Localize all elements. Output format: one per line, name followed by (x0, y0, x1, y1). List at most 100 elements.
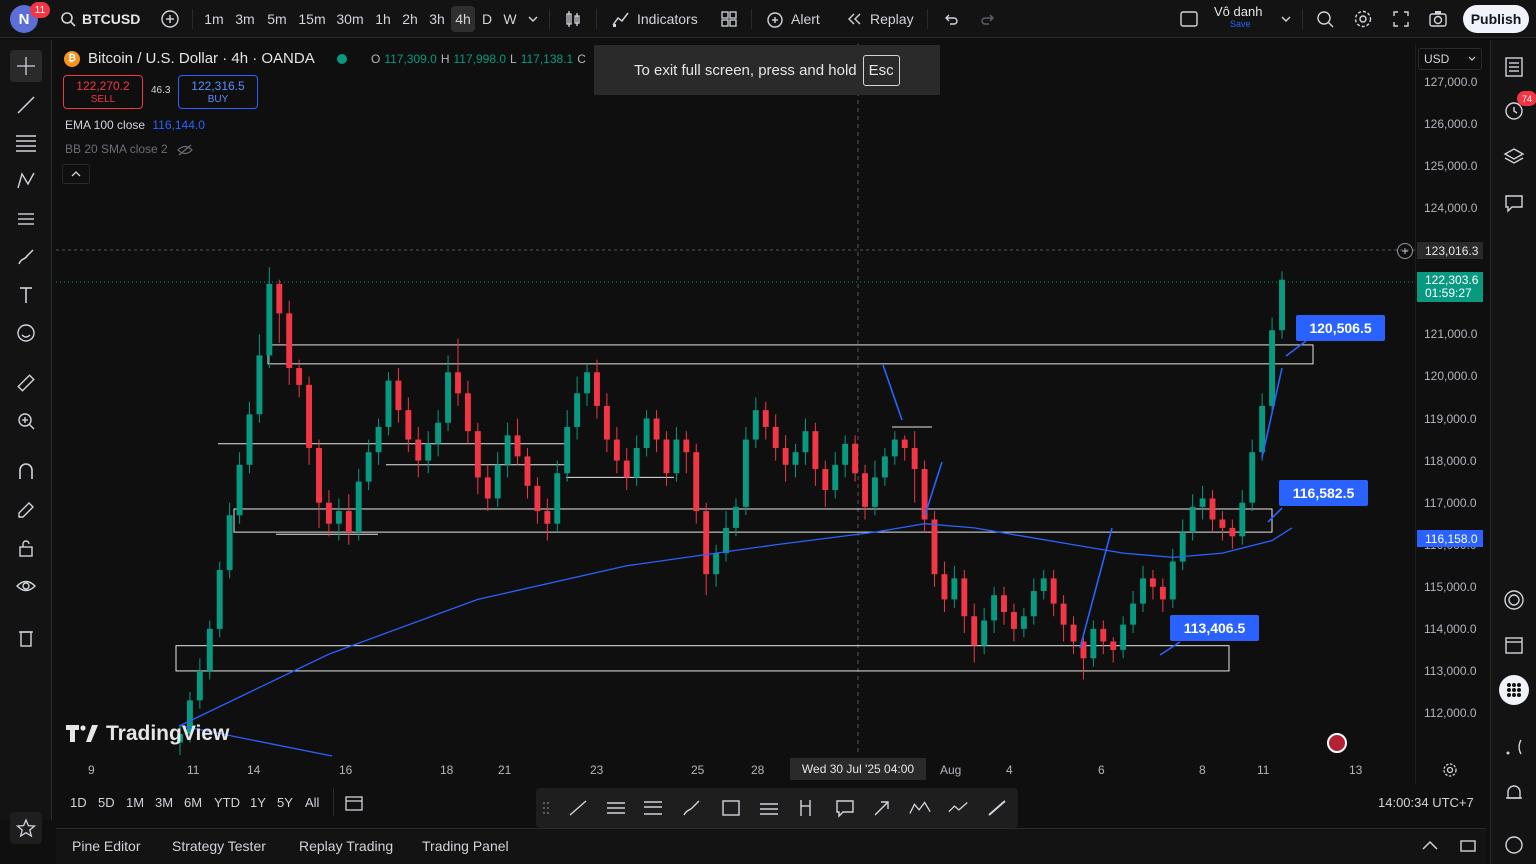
candle-body (842, 443, 849, 465)
price-axis-label: 125,000.0 (1424, 159, 1478, 174)
time-axis-label: 28 (751, 763, 765, 777)
candle-body (494, 464, 501, 499)
alerts-clock-icon[interactable]: 74 (1499, 91, 1536, 125)
range-button-6m[interactable]: 6M (184, 795, 202, 810)
currency-select[interactable]: USD (1418, 48, 1482, 70)
line-tool-icon[interactable] (566, 797, 590, 819)
ruler-tool-icon[interactable] (985, 797, 1009, 819)
elliott-wave-icon[interactable] (908, 797, 932, 819)
buy-button[interactable]: 122,316.5 BUY (178, 75, 258, 109)
candle-body (832, 464, 839, 491)
support-resistance-zone (233, 508, 1273, 533)
range-button-ytd[interactable]: YTD (214, 795, 240, 810)
range-button-5y[interactable]: 5Y (277, 795, 293, 810)
candle-body (564, 426, 571, 474)
market-open-dot (336, 53, 347, 64)
calendar-icon[interactable] (1499, 630, 1529, 660)
broadcast-icon[interactable] (1499, 732, 1529, 762)
notifications-bell-icon[interactable] (1499, 778, 1529, 808)
candle-body (802, 431, 809, 453)
ema-legend[interactable]: EMA 100 close 116,144.0 (65, 118, 205, 132)
candle-body (1229, 527, 1236, 537)
time-axis-label: 11 (187, 763, 200, 777)
range-button-5d[interactable]: 5D (98, 795, 115, 810)
watchlist-icon[interactable] (1499, 52, 1529, 82)
crosshair-price-tag: 123,016.3 (1417, 242, 1483, 259)
legend-symbol-title: Bitcoin / U.S. Dollar · 4h · OANDA (88, 50, 315, 67)
price-axis-label: 113,000.0 (1424, 663, 1477, 678)
brush-tool-icon[interactable] (680, 797, 704, 819)
candle-body (236, 464, 243, 516)
candle-body (723, 527, 729, 554)
long-position-icon[interactable] (795, 797, 819, 819)
price-chart[interactable] (0, 0, 1536, 864)
candle-body (316, 447, 322, 503)
sell-button[interactable]: 122,270.2 SELL (63, 75, 143, 109)
chevron-up-icon[interactable] (1421, 838, 1439, 857)
comment-icon[interactable] (833, 797, 857, 819)
hidden-eye-icon[interactable] (177, 144, 193, 156)
drawn-arrow (924, 461, 943, 516)
candle-body (325, 502, 332, 524)
right-sidebar: 74 (1490, 40, 1536, 864)
time-axis-label: 11 (1257, 763, 1270, 777)
parallel-channel-icon[interactable] (604, 797, 628, 819)
candle-body (623, 460, 630, 478)
candle-body (534, 485, 541, 512)
time-axis-label: 18 (440, 763, 454, 777)
symbol-legend[interactable]: ₿ Bitcoin / U.S. Dollar · 4h · OANDA (64, 50, 347, 67)
rectangle-tool-icon[interactable] (719, 797, 743, 819)
range-button-1y[interactable]: 1Y (250, 795, 266, 810)
candle-body (256, 355, 263, 415)
help-icon[interactable] (1499, 830, 1529, 860)
time-axis-label: 16 (339, 763, 353, 777)
ema-label: EMA 100 close (65, 118, 146, 132)
price-axis-label: 114,000.0 (1424, 621, 1477, 636)
candle-body (1040, 578, 1047, 592)
drag-handle-icon[interactable] (540, 797, 552, 819)
target-icon[interactable] (1499, 585, 1529, 615)
candle-body (574, 393, 581, 427)
range-button-all[interactable]: All (305, 795, 319, 810)
tab-replay-trading[interactable]: Replay Trading (299, 838, 393, 854)
bb-label: BB 20 SMA close 2 (65, 142, 168, 156)
candle-body (653, 418, 660, 440)
date-range-calendar-icon[interactable] (344, 794, 364, 815)
range-button-1d[interactable]: 1D (70, 795, 87, 810)
range-button-1m[interactable]: 1M (126, 795, 144, 810)
price-callout[interactable]: 120,506.5 (1296, 315, 1385, 341)
tab-strategy-tester[interactable]: Strategy Tester (172, 838, 266, 854)
tab-trading-panel[interactable]: Trading Panel (422, 838, 509, 854)
horizontal-ray-icon[interactable] (757, 797, 781, 819)
buy-label: BUY (207, 94, 229, 105)
candle-body (1010, 612, 1017, 629)
price-callout[interactable]: 116,582.5 (1279, 480, 1368, 506)
candle-body (464, 393, 471, 432)
us-flag-icon[interactable] (1327, 733, 1347, 753)
add-alert-plus-icon[interactable]: + (1397, 243, 1413, 259)
tab-pine-editor[interactable]: Pine Editor (72, 838, 140, 854)
candle-body (782, 447, 789, 465)
candle-body (226, 515, 233, 570)
arrow-tool-icon[interactable] (870, 797, 894, 819)
path-tool-icon[interactable] (947, 797, 971, 819)
maximize-panel-icon[interactable] (1459, 838, 1477, 857)
clock-timezone[interactable]: 14:00:34 UTC+7 (1378, 795, 1474, 810)
esc-key: Esc (862, 54, 900, 86)
ema-value: 116,144.0 (152, 118, 205, 132)
price-callout[interactable]: 113,406.5 (1170, 615, 1259, 641)
candle-body (852, 443, 859, 474)
collapse-legend-button[interactable] (62, 164, 90, 184)
candle-body (276, 283, 283, 314)
chat-icon[interactable] (1499, 188, 1529, 218)
bb-legend[interactable]: BB 20 SMA close 2 (65, 142, 193, 156)
layers-icon[interactable] (1499, 142, 1529, 172)
candle-body (1090, 628, 1097, 659)
toast-text: To exit full screen, press and hold (634, 61, 857, 79)
chart-settings-gear-icon[interactable] (1442, 762, 1458, 781)
candle-body (425, 443, 432, 461)
fib-retracement-icon[interactable] (641, 797, 665, 819)
apps-grid-icon[interactable] (1499, 675, 1529, 705)
drawn-arrow (1267, 507, 1283, 523)
range-button-3m[interactable]: 3M (155, 795, 173, 810)
